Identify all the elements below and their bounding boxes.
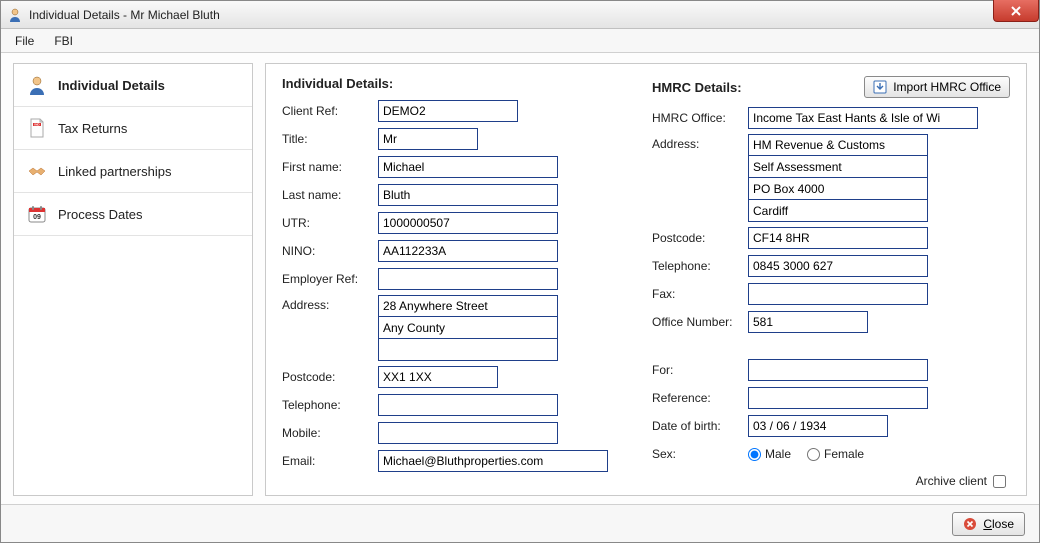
hmrc-postcode-field[interactable]: [748, 227, 928, 249]
nino-field[interactable]: [378, 240, 558, 262]
sidebar-item-label: Tax Returns: [58, 121, 127, 136]
label-nino: NINO:: [282, 244, 378, 258]
reference-field[interactable]: [748, 387, 928, 409]
title-field[interactable]: [378, 128, 478, 150]
sex-female-radio[interactable]: [807, 448, 820, 461]
close-button-label: Close: [983, 517, 1014, 531]
label-last-name: Last name:: [282, 188, 378, 202]
label-for: For:: [652, 363, 748, 377]
calendar-icon: 09: [26, 203, 48, 225]
label-client-ref: Client Ref:: [282, 104, 378, 118]
window-title: Individual Details - Mr Michael Bluth: [29, 8, 220, 22]
employer-ref-field[interactable]: [378, 268, 558, 290]
section-title-hmrc: HMRC Details:: [652, 80, 742, 95]
sex-female-option[interactable]: Female: [807, 447, 864, 461]
footer: Close: [1, 504, 1039, 542]
person-icon: [26, 74, 48, 96]
label-dob: Date of birth:: [652, 419, 748, 433]
label-telephone: Telephone:: [282, 398, 378, 412]
archive-client-checkbox[interactable]: [993, 475, 1006, 488]
dob-field[interactable]: [748, 415, 888, 437]
for-field[interactable]: [748, 359, 928, 381]
sidebar-item-tax-returns[interactable]: IND Tax Returns: [14, 107, 252, 150]
first-name-field[interactable]: [378, 156, 558, 178]
address-line3-field[interactable]: [378, 339, 558, 361]
label-postcode: Postcode:: [282, 370, 378, 384]
postcode-field[interactable]: [378, 366, 498, 388]
person-icon: [7, 7, 23, 23]
sidebar-item-label: Individual Details: [58, 78, 165, 93]
menubar: File FBI: [1, 29, 1039, 53]
client-ref-field[interactable]: [378, 100, 518, 122]
hmrc-telephone-field[interactable]: [748, 255, 928, 277]
individual-details-column: Individual Details: Client Ref: Title: F…: [282, 76, 622, 488]
handshake-icon: [26, 160, 48, 182]
main-form: Individual Details: Client Ref: Title: F…: [265, 63, 1027, 496]
sex-male-option[interactable]: Male: [748, 447, 791, 461]
hmrc-fax-field[interactable]: [748, 283, 928, 305]
telephone-field[interactable]: [378, 394, 558, 416]
label-office-number: Office Number:: [652, 315, 748, 329]
label-hmrc-telephone: Telephone:: [652, 259, 748, 273]
hmrc-address-line1-field[interactable]: [748, 134, 928, 156]
sidebar-item-process-dates[interactable]: 09 Process Dates: [14, 193, 252, 236]
address-line2-field[interactable]: [378, 317, 558, 339]
label-mobile: Mobile:: [282, 426, 378, 440]
menu-file[interactable]: File: [7, 32, 42, 50]
import-icon: [873, 80, 887, 94]
menu-fbi[interactable]: FBI: [46, 32, 81, 50]
close-icon: [963, 517, 977, 531]
document-icon: IND: [26, 117, 48, 139]
sidebar: Individual Details IND Tax Returns Linke…: [13, 63, 253, 496]
sidebar-item-label: Linked partnerships: [58, 164, 171, 179]
label-email: Email:: [282, 454, 378, 468]
hmrc-office-field[interactable]: [748, 107, 978, 129]
titlebar: Individual Details - Mr Michael Bluth: [1, 1, 1039, 29]
label-title: Title:: [282, 132, 378, 146]
hmrc-address-line3-field[interactable]: [748, 178, 928, 200]
label-employer-ref: Employer Ref:: [282, 272, 378, 286]
sidebar-item-label: Process Dates: [58, 207, 143, 222]
svg-text:09: 09: [33, 214, 41, 221]
sex-male-label: Male: [765, 447, 791, 461]
sidebar-item-linked-partnerships[interactable]: Linked partnerships: [14, 150, 252, 193]
close-button[interactable]: Close: [952, 512, 1025, 536]
hmrc-details-column: HMRC Details: Import HMRC Office HMRC Of…: [652, 76, 1010, 488]
label-reference: Reference:: [652, 391, 748, 405]
label-utr: UTR:: [282, 216, 378, 230]
import-button-label: Import HMRC Office: [893, 80, 1001, 94]
label-first-name: First name:: [282, 160, 378, 174]
mobile-field[interactable]: [378, 422, 558, 444]
utr-field[interactable]: [378, 212, 558, 234]
import-hmrc-office-button[interactable]: Import HMRC Office: [864, 76, 1010, 98]
office-number-field[interactable]: [748, 311, 868, 333]
hmrc-address-line4-field[interactable]: [748, 200, 928, 222]
label-hmrc-postcode: Postcode:: [652, 231, 748, 245]
label-sex: Sex:: [652, 447, 748, 461]
email-field[interactable]: [378, 450, 608, 472]
last-name-field[interactable]: [378, 184, 558, 206]
svg-text:IND: IND: [34, 123, 40, 127]
sex-female-label: Female: [824, 447, 864, 461]
sex-male-radio[interactable]: [748, 448, 761, 461]
body: Individual Details IND Tax Returns Linke…: [1, 53, 1039, 504]
address-line1-field[interactable]: [378, 295, 558, 317]
label-address: Address:: [282, 295, 378, 312]
label-hmrc-address: Address:: [652, 134, 748, 151]
archive-client-label: Archive client: [916, 474, 987, 488]
section-title-individual: Individual Details:: [282, 76, 622, 91]
label-hmrc-fax: Fax:: [652, 287, 748, 301]
label-hmrc-office: HMRC Office:: [652, 111, 748, 125]
hmrc-address-line2-field[interactable]: [748, 156, 928, 178]
sidebar-item-individual-details[interactable]: Individual Details: [14, 64, 252, 107]
window: Individual Details - Mr Michael Bluth Fi…: [0, 0, 1040, 543]
window-close-button[interactable]: [993, 0, 1039, 22]
